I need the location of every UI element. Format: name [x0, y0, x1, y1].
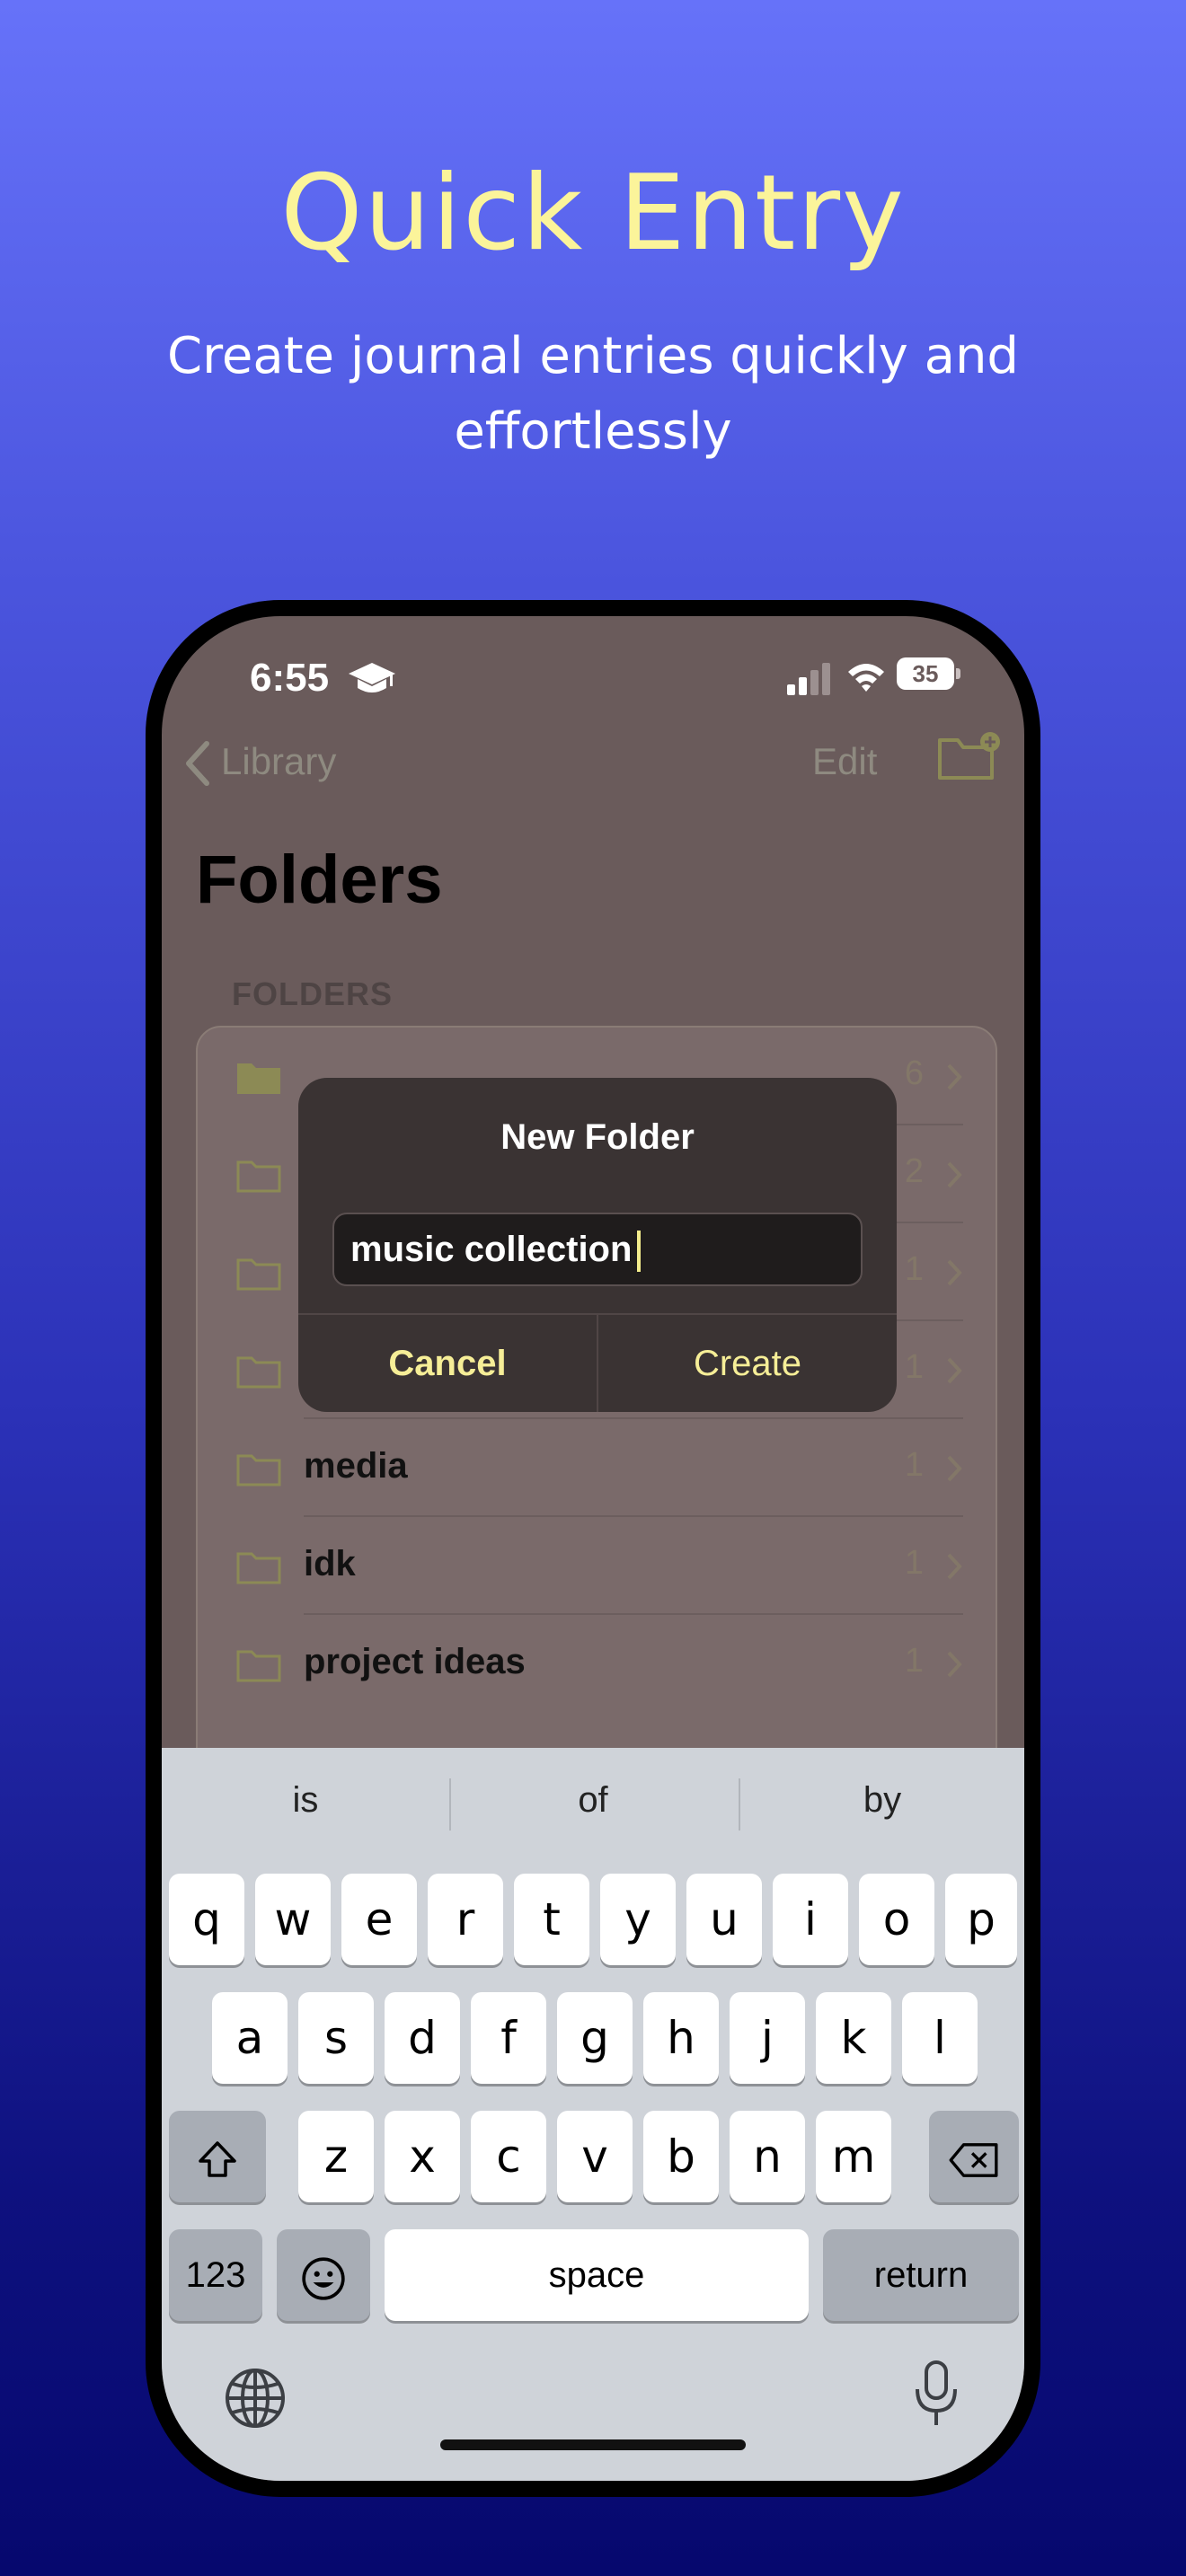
key-f[interactable]: f	[471, 1992, 546, 2084]
key-m[interactable]: m	[816, 2111, 891, 2202]
chevron-left-icon[interactable]	[183, 740, 212, 787]
backspace-icon	[949, 2142, 998, 2177]
folder-count: 1	[904, 1642, 924, 1680]
key-l[interactable]: l	[902, 1992, 978, 2084]
create-button[interactable]: Create	[598, 1315, 897, 1412]
key-r[interactable]: r	[428, 1874, 503, 1965]
wifi-icon	[848, 664, 884, 692]
phone-screen: 6:55 35 Library Edit Folders FOLDERS 6 2…	[162, 616, 1024, 2481]
phone-frame: 6:55 35 Library Edit Folders FOLDERS 6 2…	[146, 600, 1040, 2497]
suggestion-1[interactable]: is	[162, 1780, 449, 1821]
key-p[interactable]: p	[945, 1874, 1017, 1965]
chevron-right-icon	[947, 1455, 962, 1482]
cancel-button[interactable]: Cancel	[298, 1315, 597, 1412]
microphone-icon[interactable]	[911, 2359, 961, 2430]
key-a[interactable]: a	[212, 1992, 288, 2084]
globe-icon[interactable]	[223, 2366, 288, 2430]
signal-icon	[787, 663, 830, 695]
folder-row[interactable]: project ideas 1	[198, 1615, 999, 1713]
key-j[interactable]: j	[730, 1992, 805, 2084]
key-w[interactable]: w	[255, 1874, 331, 1965]
folder-count: 1	[904, 1544, 924, 1582]
key-x[interactable]: x	[385, 2111, 460, 2202]
folder-count: 1	[904, 1446, 924, 1484]
chevron-right-icon	[947, 1063, 962, 1090]
chevron-right-icon	[947, 1161, 962, 1188]
chevron-right-icon	[947, 1651, 962, 1678]
back-button[interactable]: Library	[221, 740, 336, 783]
key-y[interactable]: y	[600, 1874, 676, 1965]
key-d[interactable]: d	[385, 1992, 460, 2084]
folder-count: 1	[904, 1348, 924, 1386]
folder-icon	[236, 1454, 281, 1486]
key-h[interactable]: h	[643, 1992, 719, 2084]
return-key[interactable]: return	[823, 2229, 1019, 2321]
page-title: Folders	[196, 842, 443, 918]
edit-button[interactable]: Edit	[812, 740, 877, 783]
emoji-key[interactable]	[277, 2229, 370, 2321]
folder-name: media	[304, 1446, 408, 1486]
navigation-bar: Library Edit	[162, 731, 1024, 794]
battery-level: 35	[897, 657, 954, 690]
status-bar: 6:55 35	[162, 652, 1024, 706]
shift-key[interactable]	[169, 2111, 266, 2202]
key-t[interactable]: t	[514, 1874, 589, 1965]
key-s[interactable]: s	[298, 1992, 374, 2084]
dialog-title: New Folder	[500, 1117, 695, 1157]
key-u[interactable]: u	[686, 1874, 762, 1965]
key-v[interactable]: v	[557, 2111, 633, 2202]
folder-icon	[236, 1552, 281, 1584]
chevron-right-icon	[947, 1357, 962, 1384]
key-k[interactable]: k	[816, 1992, 891, 2084]
new-folder-dialog: New Folder music collection Cancel Creat…	[298, 1078, 897, 1412]
battery-icon: 35	[897, 657, 961, 693]
chevron-right-icon	[947, 1259, 962, 1286]
graduation-cap-icon	[349, 663, 395, 693]
folder-row[interactable]: media 1	[198, 1419, 999, 1517]
folder-icon	[236, 1356, 281, 1389]
folder-count: 6	[904, 1054, 924, 1092]
folder-name: idk	[304, 1544, 356, 1584]
emoji-icon	[302, 2256, 345, 2300]
delete-key[interactable]	[929, 2111, 1019, 2202]
folder-name-input[interactable]: music collection	[332, 1213, 863, 1286]
space-key[interactable]: space	[385, 2229, 809, 2321]
key-n[interactable]: n	[730, 2111, 805, 2202]
key-c[interactable]: c	[471, 2111, 546, 2202]
numbers-key[interactable]: 123	[169, 2229, 262, 2321]
key-z[interactable]: z	[298, 2111, 374, 2202]
key-i[interactable]: i	[773, 1874, 848, 1965]
shift-icon	[199, 2140, 236, 2177]
home-indicator[interactable]	[440, 2439, 746, 2450]
folder-row[interactable]: idk 1	[198, 1517, 999, 1615]
hero-title: Quick Entry	[280, 153, 906, 274]
folder-icon	[236, 1650, 281, 1682]
keyboard: is of by q w e r t y u i o p a s d f g h…	[162, 1748, 1024, 2481]
key-e[interactable]: e	[341, 1874, 417, 1965]
folder-name: project ideas	[304, 1642, 526, 1681]
key-q[interactable]: q	[169, 1874, 244, 1965]
suggestion-3[interactable]: by	[739, 1780, 1024, 1821]
folder-icon	[236, 1160, 281, 1193]
chevron-right-icon	[947, 1553, 962, 1580]
status-time: 6:55	[250, 656, 330, 700]
suggestion-2[interactable]: of	[449, 1780, 737, 1821]
section-header: FOLDERS	[232, 975, 394, 1012]
key-o[interactable]: o	[859, 1874, 934, 1965]
folder-name-input-value: music collection	[350, 1230, 633, 1269]
folder-filled-icon	[237, 1063, 280, 1094]
text-caret	[637, 1231, 642, 1273]
folder-plus-icon[interactable]	[936, 731, 1001, 781]
folder-count: 2	[904, 1152, 924, 1190]
key-g[interactable]: g	[557, 1992, 633, 2084]
hero-subtitle: Create journal entries quickly and effor…	[167, 327, 1019, 461]
battery-tip	[956, 668, 960, 679]
folder-count: 1	[904, 1250, 924, 1288]
key-b[interactable]: b	[643, 2111, 719, 2202]
folder-icon	[236, 1258, 281, 1291]
